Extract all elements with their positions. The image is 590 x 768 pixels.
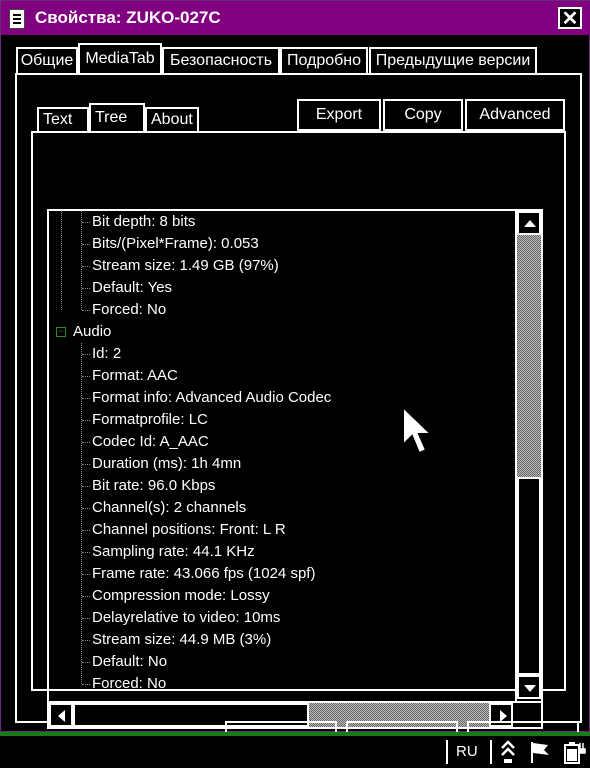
tree-branch-line [82, 310, 90, 311]
tree-item[interactable]: Bit depth: 8 bits [92, 211, 195, 233]
tree-branch-line [82, 222, 90, 223]
tree-item[interactable]: Forced: No [92, 673, 166, 695]
tree-item[interactable]: Bit rate: 96.0 Kbps [92, 475, 215, 497]
tree-item[interactable]: Duration (ms): 1h 4mn [92, 453, 241, 475]
keyboard-chevrons-icon[interactable] [498, 739, 518, 765]
tree-branch-line [82, 552, 90, 553]
tree-item[interactable]: Stream size: 44.9 MB (3%) [92, 629, 271, 651]
scroll-down-button[interactable] [517, 675, 541, 699]
tree-branch-line [82, 662, 90, 663]
tree-item[interactable]: Compression mode: Lossy [92, 585, 270, 607]
taskbar: RU [0, 732, 590, 768]
subtab-about[interactable]: About [145, 107, 199, 131]
tree-item[interactable]: Formatprofile: LC [92, 409, 208, 431]
language-indicator[interactable]: RU [456, 740, 478, 764]
tab-general[interactable]: Общие [16, 47, 78, 73]
title-bar[interactable]: Свойства: ZUKO-027C ✕ [1, 1, 590, 35]
tree-branch-line [82, 266, 90, 267]
properties-window: Свойства: ZUKO-027C ✕ Общие MediaTab Без… [0, 0, 590, 733]
vertical-scroll-track[interactable] [517, 235, 541, 477]
tree-guide-line [81, 211, 82, 310]
close-button[interactable]: ✕ [558, 7, 582, 30]
battery-plug-icon[interactable] [562, 739, 586, 765]
copy-button[interactable]: Copy [383, 99, 463, 131]
tree-branch-line [82, 244, 90, 245]
tree-branch-line [82, 398, 90, 399]
arrow-down-icon [524, 685, 536, 692]
tree-branch-line [82, 288, 90, 289]
subtab-text[interactable]: Text [37, 107, 89, 131]
tree-branch-line [82, 618, 90, 619]
tree-branch-line [82, 684, 90, 685]
taskbar-separator [446, 740, 448, 764]
tree-item[interactable]: Id: 2 [92, 343, 121, 365]
scroll-up-button[interactable] [517, 211, 541, 235]
arrow-up-icon [524, 220, 536, 227]
tree-node-audio[interactable]: Audio [73, 321, 111, 343]
tree-branch-line [82, 442, 90, 443]
arrow-left-icon [58, 710, 65, 722]
tree-branch-line [82, 376, 90, 377]
document-icon [9, 9, 25, 29]
tree-item[interactable]: Default: No [92, 651, 167, 673]
tree-panel: Bit depth: 8 bits Bits/(Pixel*Frame): 0.0… [31, 131, 566, 729]
media-info-tree: Bit depth: 8 bits Bits/(Pixel*Frame): 0.0… [47, 209, 543, 729]
vertical-scroll-thumb[interactable] [517, 477, 541, 675]
tree-item[interactable]: Frame rate: 43.066 fps (1024 spf) [92, 563, 315, 585]
tree-item[interactable]: Default: Yes [92, 277, 172, 299]
tab-security[interactable]: Безопасность [162, 47, 280, 73]
tree-item[interactable]: Channel positions: Front: L R [92, 519, 286, 541]
tree-branch-line [82, 530, 90, 531]
tree-branch-line [82, 420, 90, 421]
advanced-button[interactable]: Advanced [465, 99, 565, 131]
tree-item[interactable]: Sampling rate: 44.1 KHz [92, 541, 255, 563]
tree-item[interactable]: Codec Id: A_AAC [92, 431, 209, 453]
vertical-scrollbar[interactable] [515, 211, 541, 701]
tab-mediatab[interactable]: MediaTab [78, 43, 162, 73]
tree-item[interactable]: Forced: No [92, 299, 166, 321]
tab-previous-versions[interactable]: Предыдущие версии [369, 47, 537, 73]
tree-item[interactable]: Bits/(Pixel*Frame): 0.053 [92, 233, 259, 255]
tree-branch-line [82, 464, 90, 465]
tree-branch-line [82, 574, 90, 575]
mouse-pointer-icon [402, 405, 434, 455]
tab-details[interactable]: Подробно [280, 47, 368, 73]
export-button[interactable]: Export [297, 99, 381, 131]
tree-branch-line [82, 596, 90, 597]
scroll-left-button[interactable] [49, 703, 73, 727]
tree-branch-line [82, 486, 90, 487]
window-title: Свойства: ZUKO-027C [35, 8, 221, 27]
tree-item[interactable]: Format: AAC [92, 365, 178, 387]
tree-item[interactable]: Format info: Advanced Audio Codec [92, 387, 331, 409]
tree-guide-line [61, 211, 62, 310]
flag-icon[interactable] [528, 739, 552, 765]
tree-view[interactable]: Bit depth: 8 bits Bits/(Pixel*Frame): 0.0… [49, 211, 515, 701]
tree-branch-line [82, 508, 90, 509]
subtab-tree[interactable]: Tree [89, 103, 145, 131]
tree-item[interactable]: Stream size: 1.49 GB (97%) [92, 255, 279, 277]
collapse-toggle-icon[interactable]: − [56, 327, 66, 337]
taskbar-separator [490, 740, 492, 764]
tree-branch-line [82, 354, 90, 355]
tree-item[interactable]: Channel(s): 2 channels [92, 497, 246, 519]
tree-guide-line [81, 343, 82, 684]
mediatab-panel: Text Tree About Export Copy Advanced Bit… [15, 73, 582, 729]
tree-branch-line [82, 640, 90, 641]
tree-item[interactable]: Delayrelative to video: 10ms [92, 607, 280, 629]
